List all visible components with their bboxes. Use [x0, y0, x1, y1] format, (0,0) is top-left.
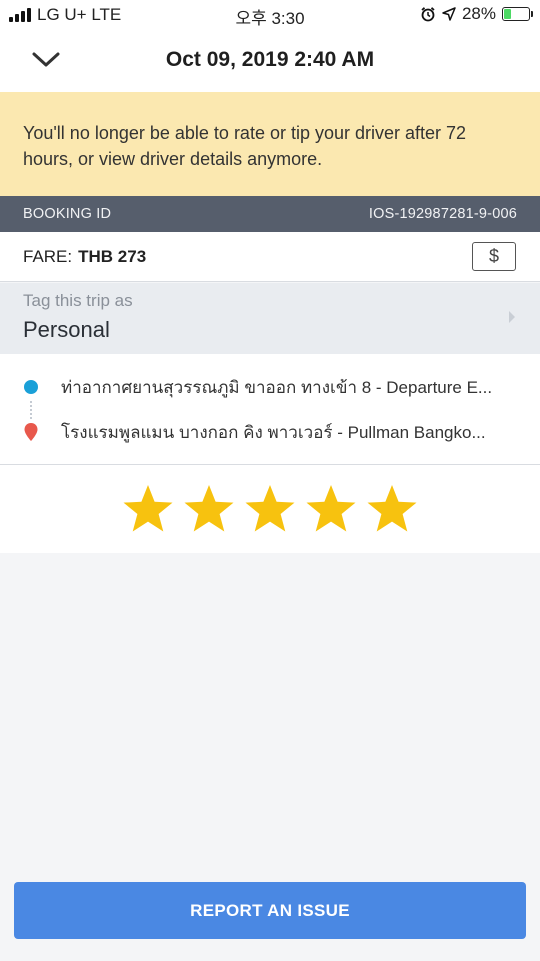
dropoff-row: โรงแรมพูลแมน บางกอก คิง พาวเวอร์ - Pullm…: [0, 419, 540, 445]
alarm-icon: [421, 7, 435, 22]
star-icon[interactable]: [365, 483, 419, 535]
rating-expiry-notice: You'll no longer be able to rate or tip …: [0, 92, 540, 196]
booking-id-value: IOS-192987281-9-006: [368, 206, 517, 222]
fare-value: THB 273: [78, 246, 147, 266]
location-arrow-icon: [442, 7, 456, 21]
status-right: 28%: [420, 4, 533, 24]
pickup-row: ท่าอากาศยานสุวรรณภูมิ ขาออก ทางเข้า 8 - …: [0, 374, 540, 400]
booking-id-label: BOOKING ID: [23, 206, 112, 222]
pickup-address: ท่าอากาศยานสุวรรณภูมิ ขาออก ทางเข้า 8 - …: [61, 377, 493, 397]
tag-value: Personal: [23, 317, 110, 342]
star-icon[interactable]: [121, 483, 175, 535]
star-icon[interactable]: [304, 483, 358, 535]
booking-id-bar: BOOKING ID IOS-192987281-9-006: [0, 196, 540, 232]
status-bar: LG U+ LTE 오후 3:30 28%: [0, 0, 540, 30]
dropoff-address: โรงแรมพูลแมน บางกอก คิง พาวเวอร์ - Pullm…: [61, 422, 486, 442]
trip-tag-selector[interactable]: Tag this trip as Personal: [0, 283, 540, 354]
route-details: ท่าอากาศยานสุวรรณภูมิ ขาออก ทางเข้า 8 - …: [0, 354, 540, 465]
star-icon[interactable]: [243, 483, 297, 535]
tag-label: Tag this trip as: [23, 291, 133, 310]
star-icon[interactable]: [182, 483, 236, 535]
battery-charging-icon: [502, 7, 533, 21]
route-connector: [30, 401, 32, 419]
dropoff-pin-icon: [24, 423, 38, 441]
trip-header: Oct 09, 2019 2:40 AM: [0, 30, 540, 92]
fare-label: FARE:: [23, 246, 73, 266]
payment-method-button[interactable]: $: [472, 242, 516, 271]
star-rating: [0, 465, 540, 553]
chevron-right-icon: [509, 311, 515, 323]
battery-percent: 28%: [461, 4, 496, 23]
dollar-icon: $: [488, 246, 499, 266]
fare-row: FARE: THB 273 $: [0, 232, 540, 282]
pickup-dot-icon: [24, 380, 38, 394]
page-title: Oct 09, 2019 2:40 AM: [165, 48, 375, 71]
report-issue-button[interactable]: REPORT AN ISSUE: [14, 882, 526, 939]
